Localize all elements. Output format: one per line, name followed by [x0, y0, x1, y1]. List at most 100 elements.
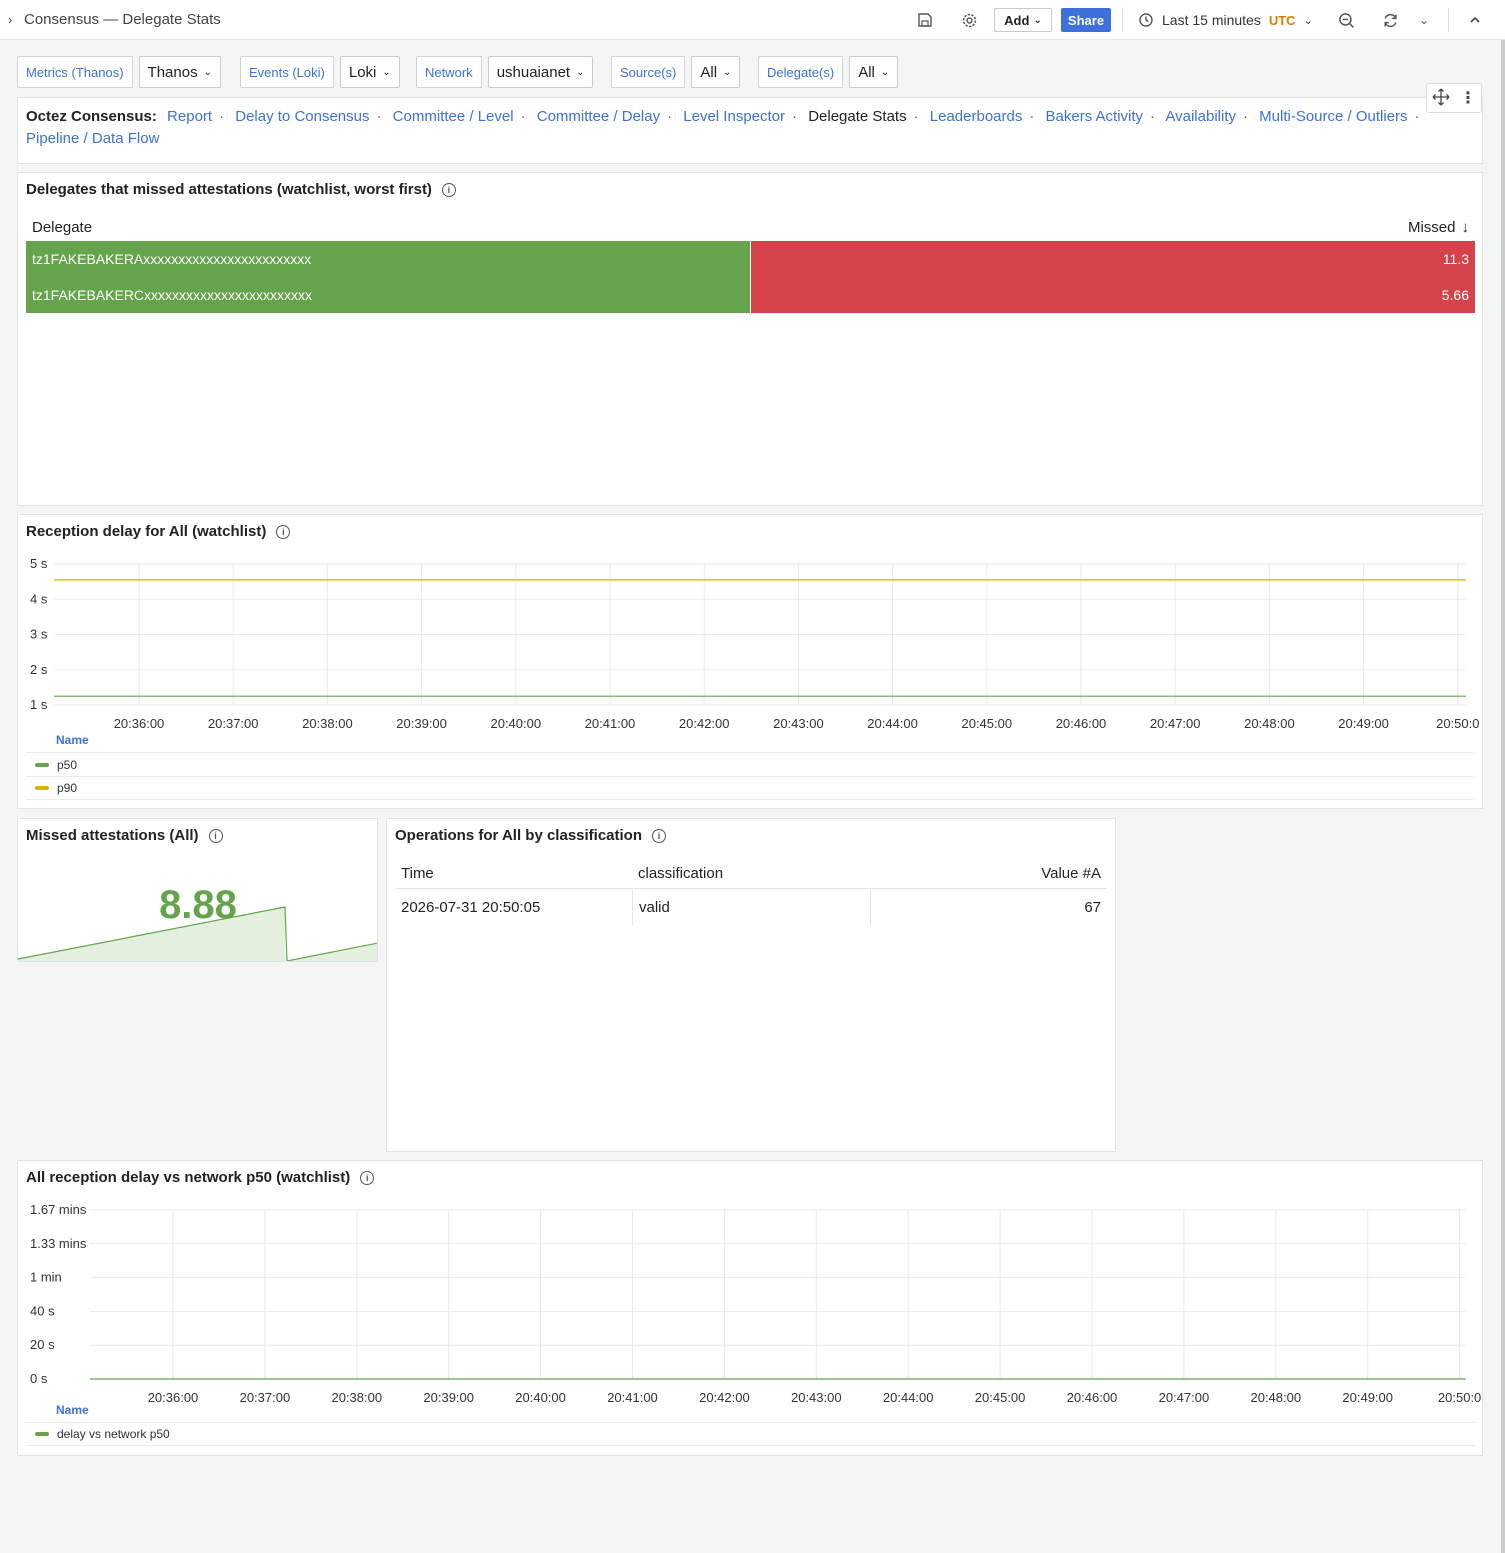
variable-select-network[interactable]: ushuaianet ⌄ [487, 56, 594, 88]
missed-attestations-stat-panel: Missed attestations (All) i 8.88 [17, 818, 378, 962]
chevron-down-icon: ⌄ [382, 66, 391, 78]
x-tick-label: 20:50:0 [1438, 1390, 1481, 1405]
network-delay-chart[interactable]: 1.67 mins 1.33 mins 1 min 40 s 20 s 0 s 20:36:… [18, 1193, 1482, 1433]
variable-select-events[interactable]: Loki ⌄ [339, 56, 400, 88]
x-tick-label: 20:36:00 [148, 1390, 199, 1405]
variable-value: Loki [348, 63, 377, 81]
x-tick-label: 20:39:00 [423, 1390, 474, 1405]
missed-cell: 11.3 [750, 241, 1475, 277]
info-icon[interactable]: i [652, 828, 667, 843]
y-tick-label: 40 s [30, 1303, 55, 1318]
column-header-classification[interactable]: classification [632, 859, 870, 888]
x-tick-label: 20:37:00 [208, 716, 259, 731]
legend-swatch [35, 786, 49, 790]
x-tick-label: 20:47:00 [1159, 1390, 1210, 1405]
x-tick-label: 20:44:00 [883, 1390, 934, 1405]
nav-link-report[interactable]: Report [167, 108, 212, 125]
x-tick-label: 20:49:00 [1342, 1390, 1393, 1405]
variable-value: ushuaianet [496, 63, 571, 81]
save-icon[interactable] [915, 10, 935, 30]
panel-title-row: Reception delay for All (watchlist) i [26, 523, 291, 540]
x-tick-label: 20:39:00 [396, 716, 447, 731]
column-header-missed[interactable]: Missed ↓ [1408, 219, 1469, 236]
delegate-cell: tz1FAKEBAKERAxxxxxxxxxxxxxxxxxxxxxxxx [26, 241, 750, 277]
chevron-down-icon: ⌄ [1303, 14, 1313, 27]
y-tick-label: 4 s [30, 591, 48, 606]
chevron-down-icon: ⌄ [576, 66, 585, 78]
x-tick-label: 20:38:00 [302, 716, 353, 731]
operations-table: Time classification Value #A 2026-07-31 … [395, 859, 1107, 925]
table-row[interactable]: tz1FAKEBAKERCxxxxxxxxxxxxxxxxxxxxxxxx 5.… [26, 277, 1475, 313]
column-header-label: Missed [1407, 218, 1456, 236]
settings-gear-icon[interactable] [959, 10, 979, 30]
page-title: Consensus — Delegate Stats [24, 11, 221, 28]
refresh-interval-chevron-icon[interactable]: ⌄ [1414, 10, 1434, 30]
column-header-time[interactable]: Time [395, 865, 632, 882]
variable-value: Thanos [147, 63, 198, 81]
variable-label: Network [416, 56, 482, 88]
add-button[interactable]: Add ⌄ [994, 8, 1052, 32]
legend-header[interactable]: Name [56, 1403, 89, 1417]
legend-label: delay vs network p50 [57, 1427, 170, 1441]
info-icon[interactable]: i [360, 1170, 375, 1185]
column-header-value[interactable]: Value #A [870, 859, 1107, 888]
y-tick-label: 1.33 mins [30, 1236, 87, 1251]
nav-link-committee-delay[interactable]: Committee / Delay [537, 108, 660, 125]
x-tick-label: 20:43:00 [773, 716, 824, 731]
table-row[interactable]: 2026-07-31 20:50:05 valid 67 [395, 889, 1107, 925]
chevron-up-icon[interactable] [1465, 10, 1485, 30]
panel-menu-icon[interactable]: ⋮ [1460, 88, 1476, 108]
variable-network: Network ushuaianet ⌄ [416, 56, 594, 88]
reception-delay-panel: Reception delay for All (watchlist) i 5 … [17, 514, 1483, 809]
divider [1122, 8, 1123, 32]
nav-link-bakers-activity[interactable]: Bakers Activity [1046, 108, 1144, 125]
variable-events: Events (Loki) Loki ⌄ [240, 56, 400, 88]
legend-item-delay-vs-network[interactable]: delay vs network p50 [26, 1422, 1475, 1446]
nav-link-multi-source-outliers[interactable]: Multi-Source / Outliers [1259, 108, 1407, 125]
y-tick-label: 1 min [30, 1270, 62, 1285]
refresh-icon[interactable] [1380, 10, 1400, 30]
time-range-picker[interactable]: Last 15 minutes UTC ⌄ [1138, 9, 1313, 31]
time-cell: 2026-07-31 20:50:05 [401, 898, 541, 916]
classification-cell: valid [632, 889, 870, 925]
x-tick-label: 20:43:00 [791, 1390, 842, 1405]
legend-item-p50[interactable]: p50 [26, 752, 1475, 776]
column-header-delegate[interactable]: Delegate [32, 219, 92, 236]
variable-select-sources[interactable]: All ⌄ [691, 56, 741, 88]
y-tick-label: 5 s [30, 556, 48, 571]
chevron-down-icon: ⌄ [880, 66, 890, 78]
nav-link-leaderboards[interactable]: Leaderboards [930, 108, 1023, 125]
chevron-right-icon[interactable]: › [8, 12, 12, 27]
x-tick-label: 20:49:00 [1338, 716, 1389, 731]
move-panel-icon[interactable] [1432, 88, 1450, 109]
info-icon[interactable]: i [276, 524, 291, 539]
legend-header[interactable]: Name [56, 733, 89, 747]
nav-link-committee-level[interactable]: Committee / Level [393, 108, 514, 125]
missed-attestations-panel: Delegates that missed attestations (watc… [17, 172, 1483, 506]
variable-select-delegates[interactable]: All ⌄ [849, 56, 899, 88]
table-row[interactable]: tz1FAKEBAKERAxxxxxxxxxxxxxxxxxxxxxxxx 11… [26, 241, 1475, 277]
variable-select-metrics[interactable]: Thanos ⌄ [138, 56, 221, 88]
info-icon[interactable]: i [441, 182, 456, 197]
clock-icon [1139, 13, 1153, 27]
nav-link-delay-to-consensus[interactable]: Delay to Consensus [235, 108, 369, 125]
x-tick-label: 20:40:00 [490, 716, 541, 731]
add-label: Add [1004, 12, 1030, 28]
scrollbar[interactable] [1501, 40, 1505, 1553]
nav-link-level-inspector[interactable]: Level Inspector [683, 108, 785, 125]
nav-link-pipeline-data-flow[interactable]: Pipeline / Data Flow [26, 130, 159, 147]
x-tick-label: 20:50:0 [1436, 716, 1479, 731]
chevron-down-icon: ⌄ [1033, 14, 1042, 26]
variable-metrics: Metrics (Thanos) Thanos ⌄ [17, 56, 221, 88]
network-delay-panel: All reception delay vs network p50 (watc… [17, 1160, 1483, 1456]
legend-item-p90[interactable]: p90 [26, 776, 1475, 800]
x-tick-label: 20:37:00 [240, 1390, 291, 1405]
variable-label: Source(s) [611, 56, 686, 88]
share-button[interactable]: Share [1061, 8, 1111, 32]
y-tick-label: 20 s [30, 1337, 55, 1352]
x-tick-label: 20:45:00 [961, 716, 1012, 731]
reception-delay-chart[interactable]: 5 s 4 s 3 s 2 s 1 s 20:36:00 20:37:00 20:38:00 2… [18, 547, 1482, 772]
zoom-out-icon[interactable] [1336, 10, 1356, 30]
x-tick-label: 20:36:00 [114, 716, 165, 731]
nav-link-availability[interactable]: Availability [1165, 108, 1236, 125]
